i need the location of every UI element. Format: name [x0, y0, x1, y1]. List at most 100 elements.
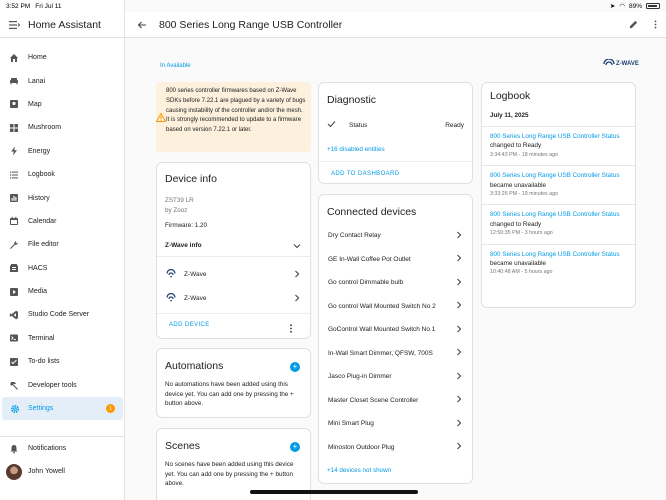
- sidebar-item-label: Settings: [28, 405, 53, 412]
- sidebar-item-map[interactable]: Map: [0, 93, 125, 116]
- integration-row-zwave-1[interactable]: Z-Wave: [157, 263, 310, 287]
- integration-label: Z-Wave: [184, 271, 207, 278]
- pencil-icon[interactable]: [622, 20, 644, 29]
- sidebar-item-todo-lists[interactable]: To-do lists: [0, 350, 125, 373]
- list-item[interactable]: Go control Wall Mounted Switch No 2: [319, 295, 472, 319]
- availability-link[interactable]: In Available: [160, 63, 191, 69]
- todo-icon: [0, 357, 28, 367]
- status-date: Fri Jul 11: [35, 3, 61, 10]
- sidebar-item-lanai[interactable]: Lanai: [0, 69, 125, 92]
- sofa-icon: [0, 76, 28, 86]
- chevron-right-icon: [456, 278, 462, 288]
- logbook-entity-link[interactable]: 800 Series Long Range USB Controller Sta…: [490, 132, 627, 141]
- device-name: GoControl Wall Mounted Switch No 1: [328, 326, 435, 333]
- chevron-right-icon: [294, 294, 300, 304]
- zwave-info-expander[interactable]: Z-Wave info: [157, 237, 310, 253]
- device-name: Dry Contact Relay: [328, 232, 381, 239]
- logbook-entry: 800 Series Long Range USB Controller Sta…: [482, 126, 635, 165]
- location-icon: ➤: [610, 2, 615, 10]
- logbook-entity-link[interactable]: 800 Series Long Range USB Controller Sta…: [490, 250, 627, 259]
- list-item[interactable]: GE In-Wall Coffee Pot Outlet: [319, 248, 472, 272]
- list-item[interactable]: Minoston Outdoor Plug: [319, 436, 472, 460]
- sidebar-item-label: Terminal: [28, 335, 54, 342]
- lightning-icon: [0, 146, 28, 156]
- connected-devices-card: Connected devices Dry Contact Relay GE I…: [318, 194, 473, 484]
- sidebar-item-calendar[interactable]: Calendar: [0, 210, 125, 233]
- device-info-card: Device info ZST39 LR by Zooz Firmware: 1…: [156, 162, 311, 339]
- battery-percent: 89%: [629, 3, 642, 10]
- logbook-timestamp: 10:40:48 AM - 5 hours ago: [490, 268, 627, 277]
- add-to-dashboard-button[interactable]: ADD TO DASHBOARD: [331, 171, 400, 177]
- sidebar-item-logbook[interactable]: Logbook: [0, 163, 125, 186]
- chevron-right-icon: [456, 254, 462, 264]
- gear-icon: [2, 404, 28, 414]
- back-arrow-icon[interactable]: [125, 20, 159, 30]
- add-device-button[interactable]: ADD DEVICE: [169, 322, 210, 328]
- user-name: John Yowell: [28, 468, 65, 475]
- sidebar-item-studio-code-server[interactable]: Studio Code Server: [0, 303, 125, 326]
- chevron-right-icon: [456, 419, 462, 429]
- scenes-empty-text: No scenes have been added using this dev…: [165, 460, 305, 489]
- chevron-right-icon: [294, 270, 300, 280]
- status-row[interactable]: Status Ready: [319, 117, 472, 133]
- device-name: Master Closet Scene Controller: [328, 397, 418, 404]
- list-item[interactable]: Master Closet Scene Controller: [319, 389, 472, 413]
- zwave-logo-icon: [603, 59, 615, 69]
- logbook-entry: 800 Series Long Range USB Controller Sta…: [482, 165, 635, 204]
- logbook-date: July 11, 2025: [490, 112, 529, 119]
- sidebar-item-hacs[interactable]: HACS: [0, 257, 125, 280]
- logbook-entity-link[interactable]: 800 Series Long Range USB Controller Sta…: [490, 171, 627, 180]
- logbook-entry: 800 Series Long Range USB Controller Sta…: [482, 244, 635, 283]
- chevron-right-icon: [456, 442, 462, 452]
- scenes-title: Scenes: [165, 440, 200, 452]
- more-devices-link[interactable]: +14 devices not shown: [327, 467, 391, 474]
- list-item[interactable]: Go control Dimmable bulb: [319, 271, 472, 295]
- device-name: Go control Wall Mounted Switch No 2: [328, 303, 436, 310]
- device-name: Minoston Outdoor Plug: [328, 444, 394, 451]
- logbook-card: Logbook July 11, 2025 800 Series Long Ra…: [481, 82, 636, 308]
- integration-row-zwave-2[interactable]: Z-Wave: [157, 287, 310, 311]
- sidebar-item-settings[interactable]: Settings 1: [2, 397, 123, 420]
- device-name: Mini Smart Plug: [328, 420, 374, 427]
- more-vert-icon[interactable]: [644, 20, 666, 29]
- list-item[interactable]: Dry Contact Relay: [319, 224, 472, 248]
- warning-text: 800 series controller firmwares based on…: [166, 87, 306, 147]
- sidebar-item-developer-tools[interactable]: Developer tools: [0, 373, 125, 396]
- menu-icon[interactable]: [0, 20, 28, 30]
- more-vert-icon[interactable]: [287, 320, 295, 338]
- sidebar-item-terminal[interactable]: Terminal: [0, 327, 125, 350]
- chevron-right-icon: [456, 372, 462, 382]
- add-scene-button[interactable]: +: [290, 442, 300, 452]
- sidebar-item-history[interactable]: History: [0, 186, 125, 209]
- sidebar-item-label: Studio Code Server: [28, 311, 89, 318]
- sidebar-item-profile[interactable]: John Yowell: [0, 460, 125, 483]
- logbook-entity-link[interactable]: 800 Series Long Range USB Controller Sta…: [490, 210, 627, 219]
- wifi-icon: ◠: [619, 2, 625, 10]
- disabled-entities-link[interactable]: +16 disabled entities: [327, 146, 385, 153]
- device-firmware: Firmware: 1.20: [165, 222, 207, 229]
- terminal-icon: [0, 333, 28, 343]
- logbook-message: became unavailable: [490, 259, 627, 268]
- logbook-timestamp: 12:50:35 PM - 3 hours ago: [490, 229, 627, 238]
- home-indicator[interactable]: [250, 490, 418, 494]
- list-item[interactable]: GoControl Wall Mounted Switch No 1: [319, 318, 472, 342]
- connected-devices-title: Connected devices: [327, 206, 416, 218]
- sidebar-item-file-editor[interactable]: File editor: [0, 233, 125, 256]
- list-item[interactable]: In-Wall Smart Dimmer, QFSW, 700S: [319, 342, 472, 366]
- chevron-right-icon: [456, 348, 462, 358]
- automations-empty-text: No automations have been added using thi…: [165, 380, 305, 409]
- sidebar-item-energy[interactable]: Energy: [0, 140, 125, 163]
- logbook-icon: [0, 170, 28, 180]
- sidebar-item-label: Calendar: [28, 218, 56, 225]
- add-automation-button[interactable]: +: [290, 362, 300, 372]
- sidebar-nav: Home Lanai Map Mushroom Energy Logbook H…: [0, 46, 125, 420]
- sidebar-item-home[interactable]: Home: [0, 46, 125, 69]
- sidebar-item-label: Logbook: [28, 171, 55, 178]
- sidebar-item-media[interactable]: Media: [0, 280, 125, 303]
- device-model: ZST39 LR: [165, 197, 194, 204]
- sidebar-item-notifications[interactable]: Notifications: [0, 437, 125, 460]
- list-item[interactable]: Jasco Plug-in Dimmer: [319, 365, 472, 389]
- diagnostic-card: Diagnostic Status Ready +16 disabled ent…: [318, 82, 473, 184]
- sidebar-item-mushroom[interactable]: Mushroom: [0, 116, 125, 139]
- list-item[interactable]: Mini Smart Plug: [319, 412, 472, 436]
